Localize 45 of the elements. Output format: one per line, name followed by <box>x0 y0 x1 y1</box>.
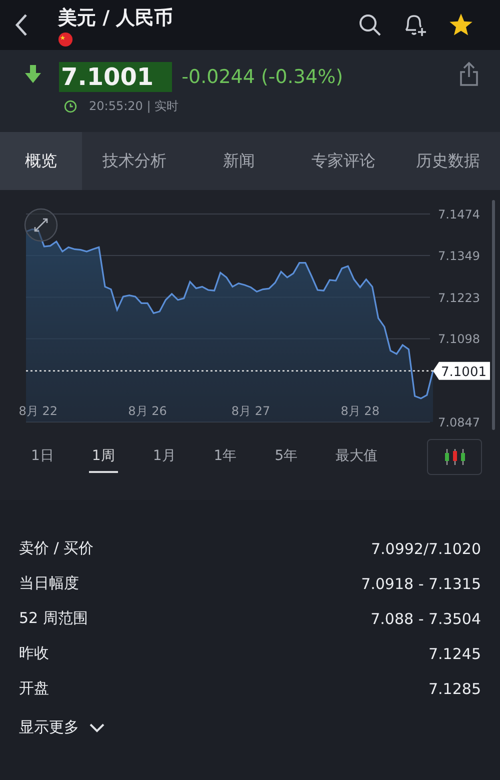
y-axis-label: 7.0847 <box>438 416 480 430</box>
stat-label: 开盘 <box>19 679 49 698</box>
tab[interactable]: 技术分析 <box>82 132 186 190</box>
stat-label: 52 周范围 <box>19 609 88 628</box>
y-axis-label: 7.1349 <box>438 248 480 263</box>
range-tab[interactable]: 5年 <box>272 441 301 473</box>
stat-label: 昨收 <box>19 644 49 663</box>
x-axis-label: 8月 28 <box>340 404 380 418</box>
range-tab[interactable]: 1年 <box>210 441 240 473</box>
tab[interactable]: 概览 <box>0 132 82 190</box>
range-tab[interactable]: 1周 <box>88 441 118 473</box>
stat-label: 当日幅度 <box>19 574 79 593</box>
price-change: -0.0244 (-0.34%) <box>182 66 344 88</box>
y-axis-label: 7.1474 <box>438 208 480 222</box>
show-more-button[interactable]: 显示更多 <box>19 718 105 737</box>
stat-label: 卖价 / 买价 <box>19 539 94 558</box>
update-time: 20:55:20 | 实时 <box>89 98 179 115</box>
share-icon[interactable] <box>458 61 480 87</box>
y-axis-label: 7.1098 <box>438 332 480 346</box>
clock-icon <box>64 100 77 113</box>
stat-value: 7.088 - 7.3504 <box>370 610 481 628</box>
stat-value: 7.1285 <box>428 680 481 698</box>
range-tab[interactable]: 1月 <box>150 441 179 473</box>
stat-value: 7.1245 <box>428 644 481 662</box>
page-title: 美元 / 人民币 <box>58 6 174 30</box>
expand-icon[interactable] <box>24 208 58 242</box>
flag-icon <box>58 32 73 46</box>
tab[interactable]: 历史数据 <box>396 132 500 190</box>
tab[interactable]: 专家评论 <box>291 132 396 190</box>
star-icon[interactable] <box>448 12 474 38</box>
back-icon[interactable] <box>14 13 28 37</box>
stat-value: 7.0918 - 7.1315 <box>361 574 481 592</box>
tab[interactable]: 新闻 <box>186 132 291 190</box>
range-tab[interactable]: 最大值 <box>332 441 381 473</box>
x-axis-label: 8月 22 <box>18 404 58 418</box>
x-axis-label: 8月 27 <box>231 404 270 418</box>
price-value: 7.1001 <box>59 62 172 92</box>
y-axis-label: 7.1223 <box>438 290 480 305</box>
x-axis-label: 8月 26 <box>128 404 167 418</box>
stat-value: 7.0992/7.1020 <box>370 540 481 558</box>
chevron-down-icon <box>89 722 105 732</box>
search-icon[interactable] <box>358 13 382 37</box>
current-price-tag: 7.1001 <box>433 362 490 380</box>
range-tab[interactable]: 1日 <box>28 441 57 473</box>
chart-type-button[interactable] <box>427 439 482 475</box>
